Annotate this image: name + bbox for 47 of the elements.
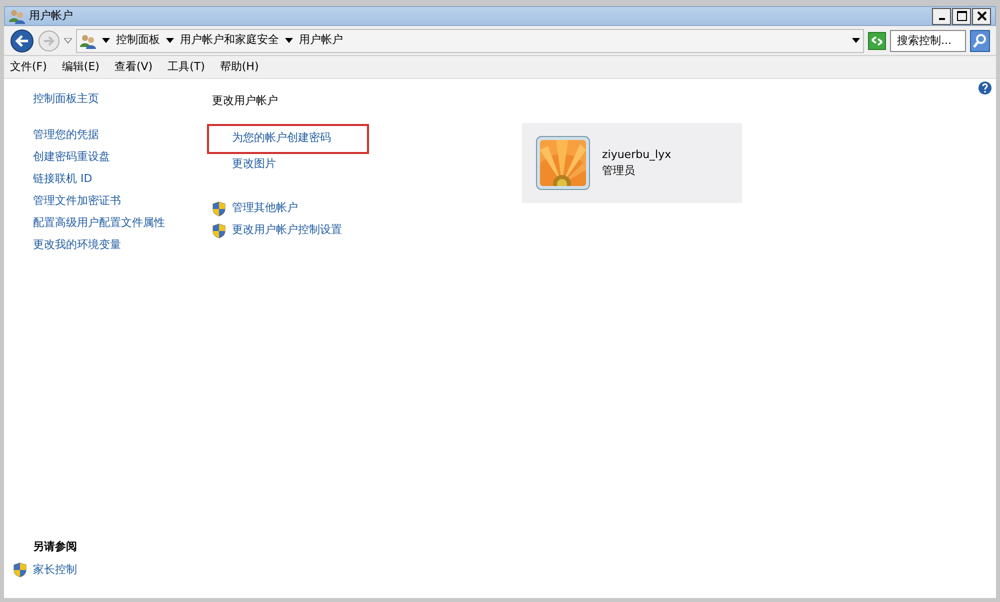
minimize-button[interactable]: [932, 8, 951, 24]
sidebar-link[interactable]: 管理您的凭据: [33, 126, 204, 142]
maximize-button[interactable]: [952, 8, 971, 24]
sidebar-link[interactable]: 创建密码重设盘: [33, 148, 204, 164]
sidebar-link[interactable]: 管理文件加密证书: [33, 192, 204, 208]
menu-item[interactable]: 文件(F): [10, 58, 47, 76]
sidebar-link[interactable]: 更改我的环境变量: [33, 236, 204, 252]
history-dropdown-icon[interactable]: [64, 38, 72, 44]
breadcrumb[interactable]: 用户帐户和家庭安全: [180, 32, 279, 49]
account-role: 管理员: [602, 163, 636, 179]
back-button[interactable]: [10, 28, 34, 52]
parental-controls-link[interactable]: 家长控制: [33, 562, 77, 578]
breadcrumb-arrow-icon[interactable]: [166, 38, 174, 44]
menu-item[interactable]: 帮助(H): [220, 58, 259, 76]
breadcrumb[interactable]: 控制面板: [116, 32, 160, 49]
address-field[interactable]: 控制面板 用户帐户和家庭安全 用户帐户: [76, 28, 864, 52]
shield-icon: [13, 562, 27, 578]
breadcrumb-arrow-icon[interactable]: [102, 38, 110, 44]
shield-icon: [212, 200, 226, 216]
breadcrumb[interactable]: 用户帐户: [299, 32, 343, 49]
maximize-icon: [956, 11, 966, 21]
close-icon: [976, 11, 986, 21]
task-link[interactable]: 更改用户帐户控制设置: [232, 222, 342, 239]
section-heading: 更改用户帐户: [212, 93, 279, 109]
users-icon: [80, 32, 96, 48]
users-icon: [9, 8, 25, 24]
sidebar-link[interactable]: 控制面板主页: [33, 91, 204, 108]
minimize-icon: [938, 18, 944, 20]
sidebar-link[interactable]: 链接联机 ID: [33, 170, 204, 186]
menu-item[interactable]: 编辑(E): [62, 58, 100, 76]
menu-item[interactable]: 查看(V): [114, 58, 153, 76]
task-link[interactable]: 为您的帐户创建密码: [232, 130, 331, 147]
task-link[interactable]: 更改图片: [232, 156, 276, 173]
task-link[interactable]: 管理其他帐户: [232, 200, 298, 217]
menu-item[interactable]: 工具(T): [168, 58, 205, 76]
help-icon[interactable]: [978, 81, 992, 95]
breadcrumb-arrow-icon[interactable]: [285, 38, 293, 44]
close-button[interactable]: [972, 8, 991, 24]
account-name: ziyuerbu_lyx: [602, 146, 672, 163]
see-also-heading: 另请参阅: [33, 539, 78, 555]
sidebar-link[interactable]: 配置高级用户配置文件属性: [33, 214, 204, 230]
window-title: 用户帐户: [29, 8, 73, 24]
address-dropdown-icon[interactable]: [852, 38, 860, 44]
search-field[interactable]: 搜索控制...: [890, 30, 966, 52]
shield-icon: [212, 222, 226, 238]
refresh-button[interactable]: [868, 32, 886, 50]
search-icon[interactable]: [970, 30, 990, 52]
